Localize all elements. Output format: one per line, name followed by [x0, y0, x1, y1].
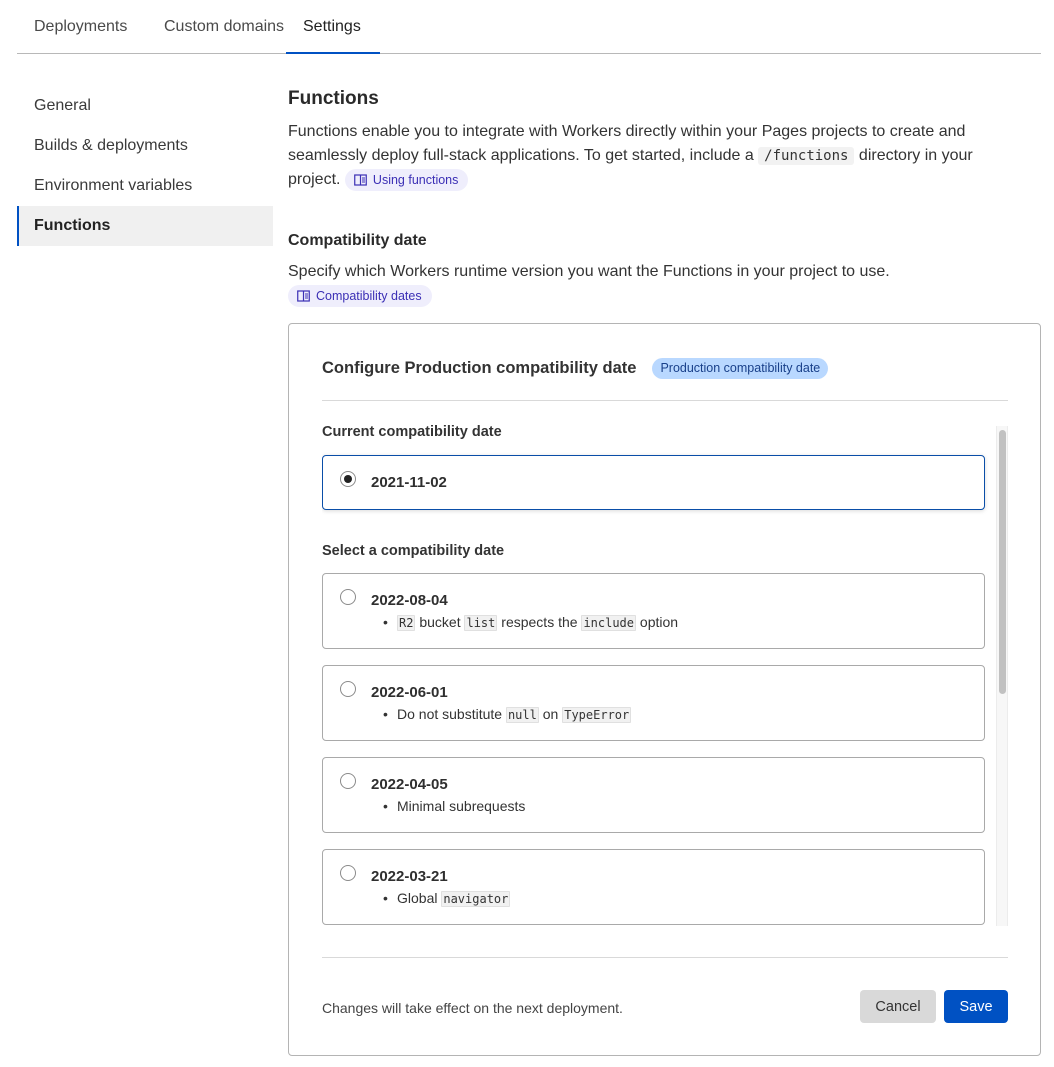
footer-note: Changes will take effect on the next dep… [322, 1000, 623, 1016]
note-code: navigator [441, 891, 511, 907]
compatibility-date-card: Configure Production compatibility date … [288, 323, 1041, 1056]
tab-bar: Deployments Custom domains Settings [17, 0, 1041, 54]
date-option[interactable]: 2022-08-04 R2 bucket list respects the in… [322, 573, 985, 649]
option-date: 2022-03-21 [371, 868, 448, 885]
functions-dir-code: /functions [758, 147, 855, 165]
note-text: on [538, 706, 563, 722]
tab-settings[interactable]: Settings [286, 18, 380, 54]
production-badge: Production compatibility date [652, 358, 829, 379]
note-text: Do not substitute [397, 706, 506, 722]
settings-sidebar: General Builds & deployments Environment… [17, 86, 273, 246]
note-text: bucket [415, 614, 465, 630]
option-note: Do not substitute null on TypeError [383, 706, 632, 723]
note-text: Minimal subrequests [397, 798, 526, 814]
option-date: 2022-08-04 [371, 592, 448, 609]
options-scrollbar[interactable] [996, 426, 1008, 926]
option-note: Minimal subrequests [383, 798, 526, 814]
compatibility-date-description: Specify which Workers runtime version yo… [288, 263, 890, 280]
radio-unchecked[interactable] [340, 865, 356, 881]
scrollbar-thumb[interactable] [999, 430, 1006, 694]
radio-unchecked[interactable] [340, 589, 356, 605]
current-date-label: Current compatibility date [322, 424, 502, 440]
note-code: list [464, 615, 498, 631]
date-option[interactable]: 2022-03-21 Global navigator [322, 849, 985, 925]
sidebar-item-functions[interactable]: Functions [17, 206, 273, 246]
date-option[interactable]: 2022-06-01 Do not substitute null on Type… [322, 665, 985, 741]
sidebar-item-environment-variables[interactable]: Environment variables [17, 166, 273, 206]
radio-unchecked[interactable] [340, 681, 356, 697]
date-options-scroll-area: Current compatibility date 2021-11-02 Se… [322, 424, 1008, 926]
compatibility-dates-link[interactable]: Compatibility dates [288, 285, 432, 307]
note-code: null [505, 707, 539, 723]
current-date-value: 2021-11-02 [371, 474, 447, 491]
note-code: include [581, 615, 637, 631]
tab-deployments[interactable]: Deployments [34, 18, 127, 54]
sidebar-item-general[interactable]: General [17, 86, 273, 126]
note-code: R2 [397, 615, 416, 631]
functions-description: Functions enable you to integrate with W… [288, 120, 1008, 192]
radio-unchecked[interactable] [340, 773, 356, 789]
option-date: 2022-04-05 [371, 776, 448, 793]
book-icon [354, 174, 367, 186]
cancel-button[interactable]: Cancel [860, 990, 936, 1023]
header-divider [322, 400, 1008, 401]
using-functions-label: Using functions [372, 172, 459, 187]
card-title: Configure Production compatibility date [322, 359, 637, 377]
select-date-label: Select a compatibility date [322, 543, 505, 559]
radio-checked[interactable] [340, 471, 356, 487]
using-functions-link[interactable]: Using functions [344, 168, 469, 191]
footer-divider [322, 957, 1008, 958]
note-text: option [636, 614, 679, 630]
current-date-option[interactable]: 2021-11-02 [322, 455, 985, 510]
note-text: respects the [497, 614, 582, 630]
option-note: R2 bucket list respects the include opti… [383, 614, 679, 631]
note-code: TypeError [562, 707, 632, 723]
compatibility-date-heading: Compatibility date [288, 232, 427, 249]
save-button[interactable]: Save [944, 990, 1008, 1023]
book-icon [297, 290, 310, 302]
option-note: Global navigator [383, 890, 511, 907]
option-date: 2022-06-01 [371, 684, 448, 701]
page-title: Functions [288, 88, 379, 109]
card-header: Configure Production compatibility date … [322, 358, 1008, 379]
compatibility-dates-label: Compatibility dates [316, 289, 422, 303]
note-text: Global [397, 890, 442, 906]
main-content: Functions Functions enable you to integr… [288, 86, 1041, 307]
date-option-list: 2022-08-04 R2 bucket list respects the in… [322, 573, 1008, 925]
tab-custom-domains[interactable]: Custom domains [164, 18, 284, 54]
sidebar-item-builds-deployments[interactable]: Builds & deployments [17, 126, 273, 166]
date-option[interactable]: 2022-04-05 Minimal subrequests [322, 757, 985, 833]
